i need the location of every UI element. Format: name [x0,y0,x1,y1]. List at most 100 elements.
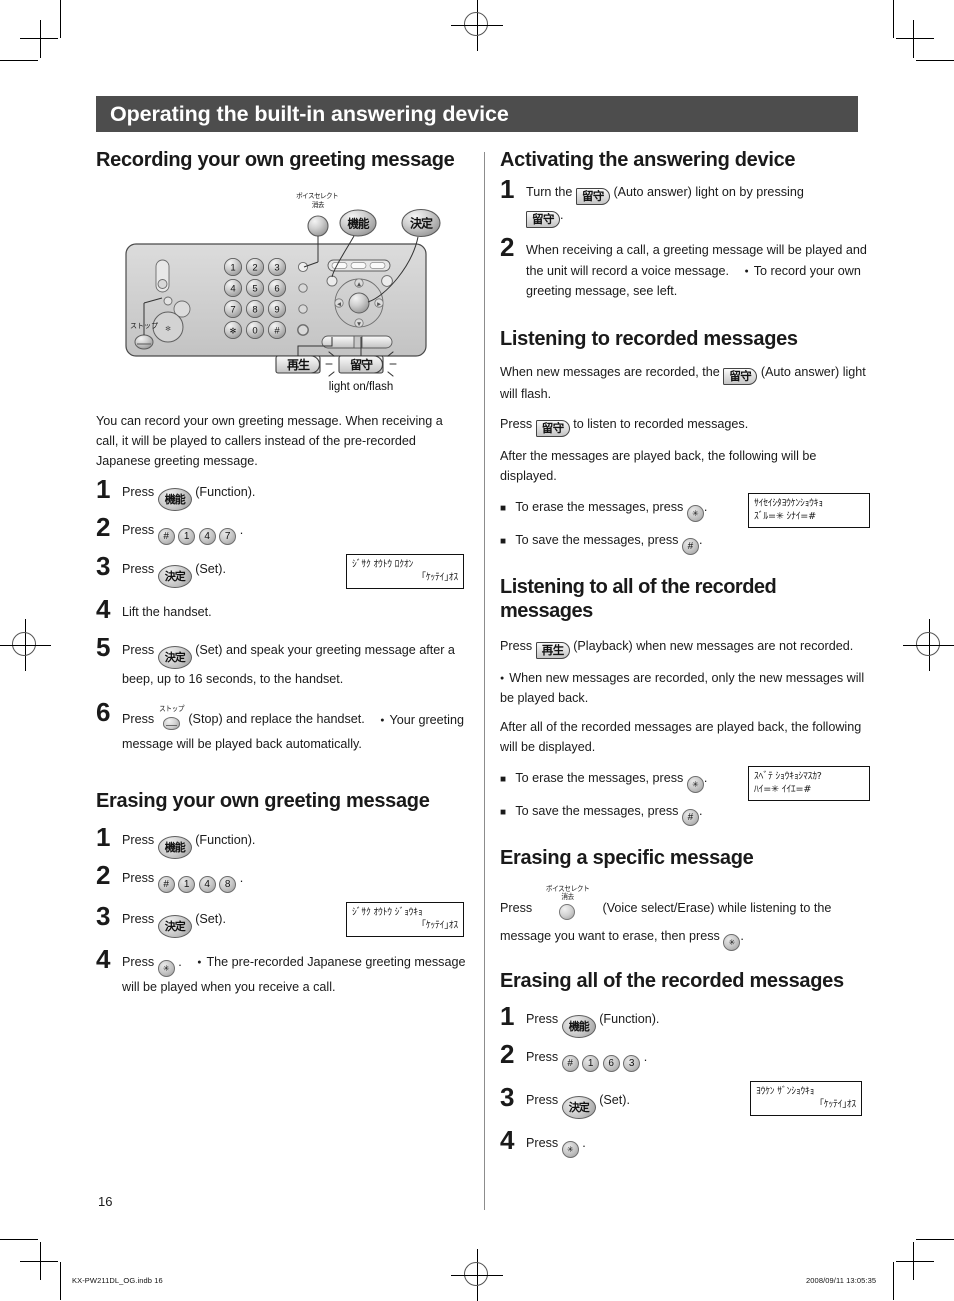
listening-paragraph-1: When new messages are recorded, the 留守 (… [500,363,872,405]
step-erase-2: 2 Press # 1 4 8 . [96,862,468,893]
svg-text:8: 8 [252,305,257,316]
crop-mark-bl-v [60,1262,61,1300]
lall-p1-b: (Playback) when new messages are not rec… [573,639,854,654]
step-number: 1 [96,474,111,505]
erasing-specific-paragraph: Press ボイスセレクト 消去 (Voice select/Erase) wh… [500,884,872,951]
lrm-p2-a: Press [500,416,533,431]
step-text-pre: Press [122,523,155,538]
step-text-post: (Set). [195,911,226,926]
step-number: 1 [96,821,111,852]
svg-text:留守: 留守 [350,357,373,372]
registration-mark-left [0,619,51,671]
svg-text:決定: 決定 [410,216,433,231]
step-text-post: (Function). [195,485,256,500]
lrm-p2-b: to listen to recorded messages. [573,416,749,431]
lcd-line-2: ﾊｲ=✳ ｲｲｴ=# [754,784,812,796]
svg-text:1: 1 [230,263,235,274]
star-key-icon: ✳ [157,959,175,977]
step-text-pre: Press [122,712,155,727]
set-key-icon: 決定 [157,646,192,670]
heading-erasing-greeting: Erasing your own greeting message [96,790,430,813]
step-text-post: . [582,1136,586,1151]
step-text-pre: Press [526,1050,559,1065]
section-banner: Operating the built-in answering device [96,96,858,132]
heading-erasing-specific: Erasing a specific message [500,847,754,870]
step-erase-4: 4 Press ✳ . The pre-recorded Japanese gr… [96,946,468,998]
step-number: 2 [500,1039,515,1070]
digit-7-key-icon: 7 [219,528,237,546]
auto-answer-key-icon: 留守 [535,419,570,437]
step-text-post: (Stop) and replace the handset. [188,712,365,727]
digit-6-key-icon: 6 [602,1055,620,1073]
step-text-post: . [239,870,244,885]
playback-key-icon: 再生 [535,642,570,660]
crop-mark-tr-v [893,0,894,38]
step-text-pre: Press [122,562,155,577]
step-text-pre: Press [122,832,155,847]
crop-mark-br-h2 [896,1261,934,1262]
esp-c: . [740,928,744,943]
step-number: 2 [96,512,111,543]
crop-mark-tl-v [60,0,61,38]
auto-answer-key-icon: 留守 [526,211,560,229]
lrm-erase-text: To erase the messages, press [515,499,684,514]
step-record-1: 1 Press 機能 (Function). [96,476,468,512]
step-activate-1: 1 Turn the 留守 (Auto answer) light on by … [500,176,872,229]
set-key-icon: 決定 [157,565,192,589]
stop-key-caption: ストップ [158,704,184,714]
crop-mark-br-h [916,1239,954,1240]
step-text-b: (Auto answer) light on by pressing [613,185,804,200]
step-text-pre: Press [122,911,155,926]
lcd-display-saisei-shoukyo: ｻｲｾｲｼﾀﾖｳｹﾝｼｮｳｷｮ ｽﾞﾙ=✳ ｼﾅｲ=# [748,492,870,528]
digit-1-key-icon: 1 [178,528,196,546]
step-text-c: . [560,208,564,223]
lall-save-text: To save the messages, press [515,804,679,819]
step-erase-3: 3 Press 決定 (Set). [96,903,468,938]
star-key-icon: ✳ [686,504,704,522]
svg-text:#: # [274,326,280,337]
crop-mark-bl-h [0,1239,38,1240]
step-number: 2 [96,859,111,890]
svg-text:0: 0 [252,326,257,337]
hash-key-icon: # [681,537,699,555]
star-key-icon: ✳ [686,776,704,794]
step-record-5: 5 Press 決定 (Set) and speak your greeting… [96,634,468,689]
step-number: 1 [500,1001,515,1032]
step-number: 3 [96,900,111,931]
recording-intro-text: You can record your own greeting message… [96,414,443,469]
step-text-post: (Function). [599,1012,660,1027]
listening-save-item: To save the messages, press #. [500,530,872,555]
step-text-post: (Set). [195,562,226,577]
step-text-pre: Lift the handset. [122,605,212,620]
step-text-post: (Set). [599,1093,630,1108]
svg-text:2: 2 [252,263,257,274]
auto-answer-key-icon: 留守 [723,367,758,385]
step-number: 1 [500,174,515,205]
star-key-icon: ✳ [561,1141,579,1159]
step-record-2: 2 Press # 1 4 7 . [96,514,468,546]
crop-mark-tl-h2 [20,38,58,39]
lall-erase-text: To erase the messages, press [515,771,684,786]
footer-timestamp: 2008/09/11 13:05:35 [806,1276,877,1285]
heading-recording-greeting: Recording your own greeting message [96,149,455,171]
crop-mark-tr-v2 [913,20,914,58]
voice-select-caption-2: 消去 [561,891,574,901]
hash-key-icon: # [681,809,699,827]
heading-erasing-all: Erasing all of the recorded messages [500,969,844,992]
step-number: 2 [500,232,515,263]
step-record-3: 3 Press 決定 (Set). [96,553,468,589]
manual-page: Operating the built-in answering device … [96,96,870,1210]
set-key-icon: 決定 [157,914,192,938]
step-record-4: 4 Lift the handset. [96,596,468,622]
stop-key-icon: ストップ [158,705,185,733]
step-erase-1: 1 Press 機能 (Function). [96,824,468,859]
footer-filename: KX-PW211DL_OG.indb 16 [72,1276,163,1285]
svg-text:7: 7 [230,305,235,316]
digit-3-key-icon: 3 [623,1055,641,1073]
period: . [703,771,708,786]
digit-8-key-icon: 8 [219,875,237,893]
digit-4-key-icon: 4 [198,528,216,546]
step-number: 5 [96,632,111,663]
digit-4-key-icon: 4 [198,875,216,893]
hash-key-icon: # [157,875,175,893]
